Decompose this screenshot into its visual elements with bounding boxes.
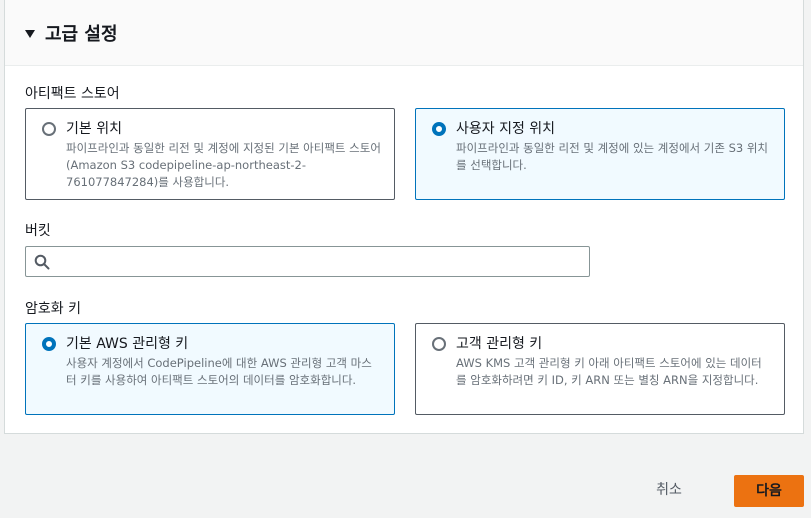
radio-aws-managed-key[interactable] — [42, 337, 56, 351]
section-title: 고급 설정 — [45, 23, 118, 45]
option-description: AWS KMS 고객 관리형 키 아래 아티팩트 스토어에 있는 데이터를 암호… — [456, 356, 762, 387]
next-button[interactable]: 다음 — [734, 475, 804, 507]
caret-down-icon — [25, 29, 35, 38]
radio-customer-managed-key[interactable] — [432, 337, 446, 351]
artifact-store-default-option[interactable]: 기본 위치 파이프라인과 동일한 리전 및 계정에 지정된 기본 아티팩트 스토… — [25, 108, 395, 200]
encryption-key-label: 암호화 키 — [25, 301, 81, 317]
encryption-customer-managed-option[interactable]: 고객 관리형 키 AWS KMS 고객 관리형 키 아래 아티팩트 스토어에 있… — [415, 323, 785, 415]
option-description: 파이프라인과 동일한 리전 및 계정에 있는 계정에서 기존 S3 위치를 선택… — [456, 141, 769, 172]
artifact-store-custom-option[interactable]: 사용자 지정 위치 파이프라인과 동일한 리전 및 계정에 있는 계정에서 기존… — [415, 108, 785, 200]
option-title: 기본 위치 — [66, 121, 122, 137]
option-description: 파이프라인과 동일한 리전 및 계정에 지정된 기본 아티팩트 스토어(Amaz… — [66, 141, 381, 189]
artifact-store-label: 아티팩트 스토어 — [25, 86, 120, 102]
search-icon — [34, 254, 50, 270]
encryption-aws-managed-option[interactable]: 기본 AWS 관리형 키 사용자 계정에서 CodePipeline에 대한 A… — [25, 323, 395, 415]
advanced-settings-panel: 고급 설정 아티팩트 스토어 기본 위치 파이프라인과 동일한 리전 및 계정에… — [4, 0, 804, 434]
cancel-button[interactable]: 취소 — [641, 474, 697, 506]
option-title: 고객 관리형 키 — [456, 336, 543, 352]
bucket-search-field[interactable] — [25, 246, 590, 278]
radio-custom-location[interactable] — [432, 122, 446, 136]
bucket-label: 버킷 — [25, 223, 51, 239]
bucket-search-input[interactable] — [56, 247, 580, 278]
radio-default-location[interactable] — [42, 122, 56, 136]
option-title: 기본 AWS 관리형 키 — [66, 336, 189, 352]
option-title: 사용자 지정 위치 — [456, 121, 556, 137]
option-description: 사용자 계정에서 CodePipeline에 대한 AWS 관리형 고객 마스터… — [66, 356, 372, 387]
advanced-settings-toggle[interactable]: 고급 설정 — [5, 0, 803, 66]
